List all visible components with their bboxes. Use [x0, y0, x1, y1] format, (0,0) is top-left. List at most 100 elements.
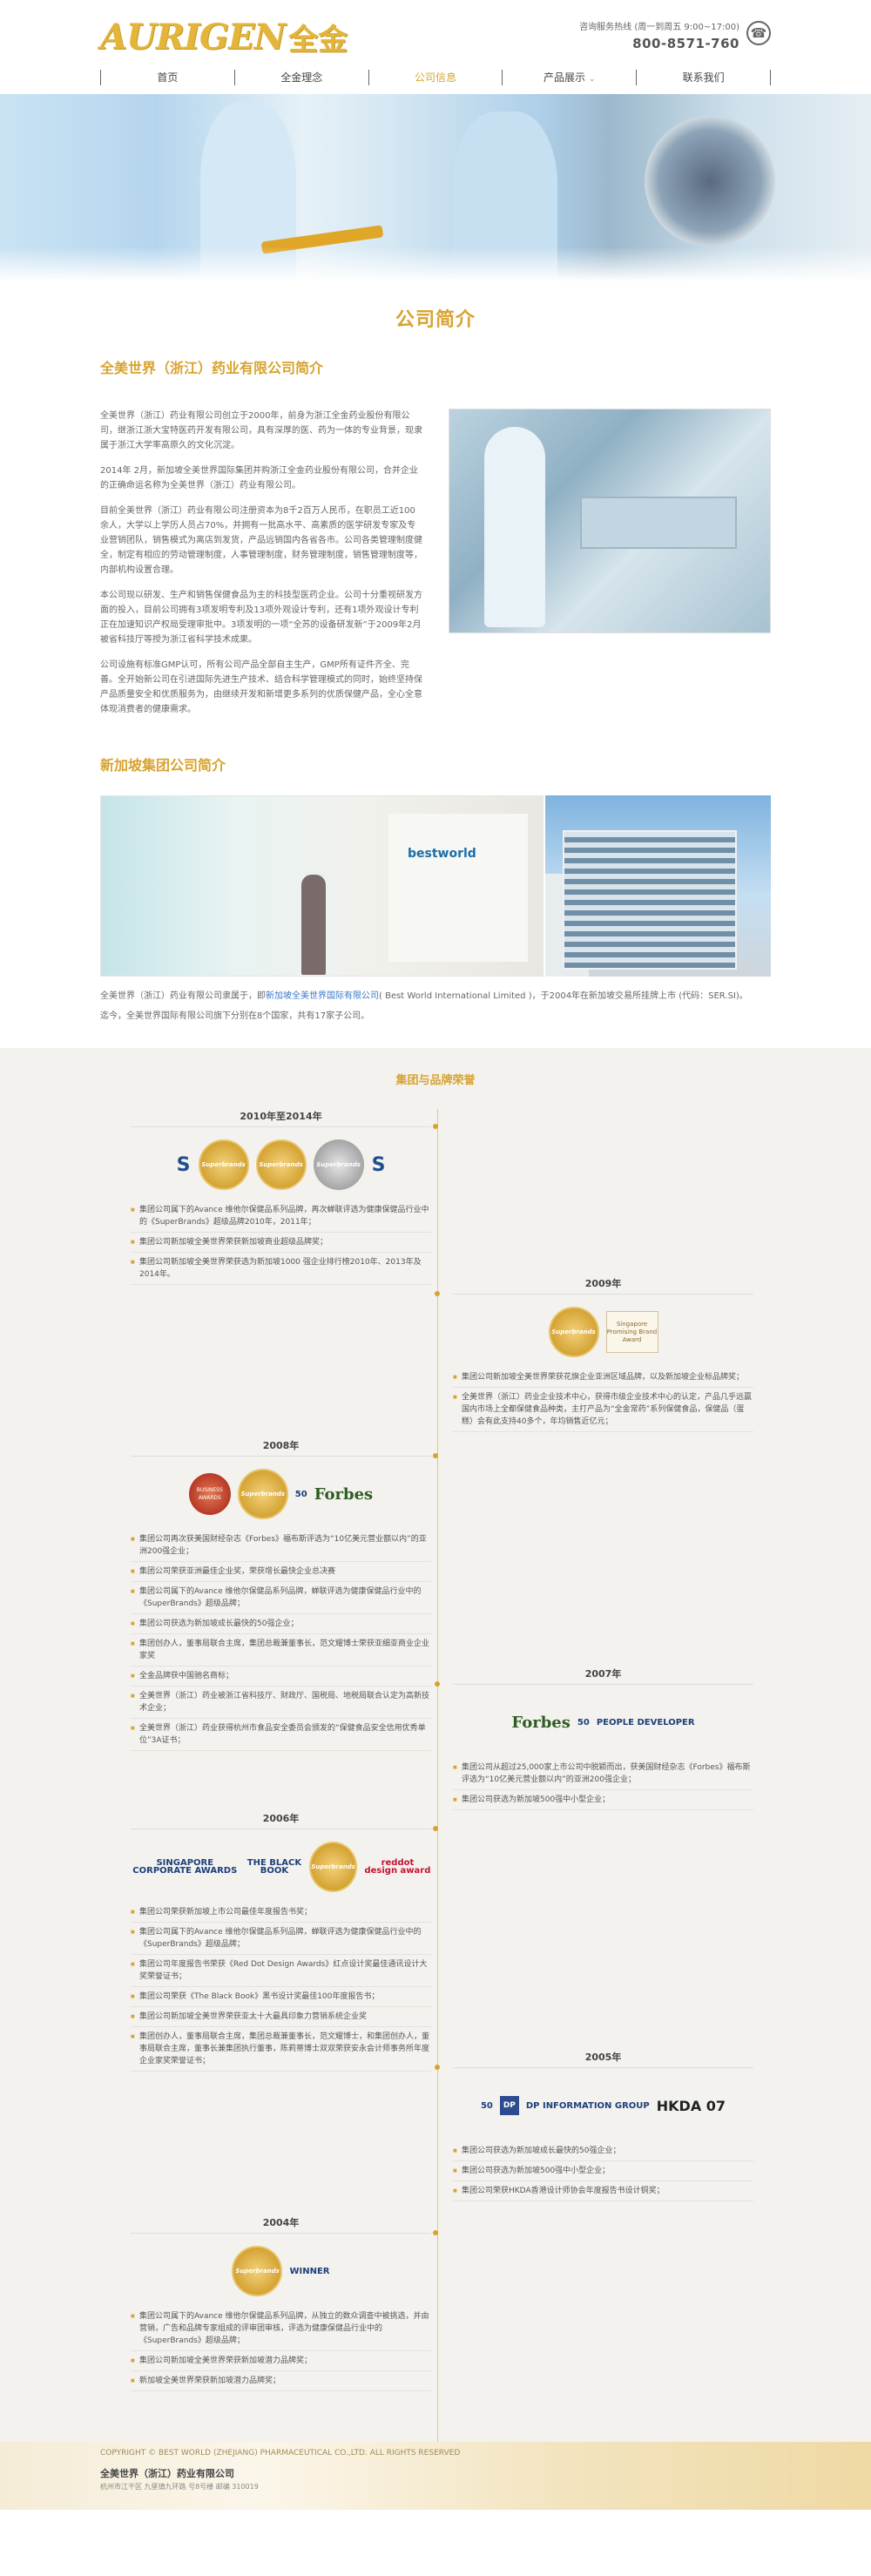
honor-item: 集团公司获选为新加坡成长最快的50强企业；: [131, 1614, 431, 1634]
timeline-block-2010-2014: 2010年至2014年 S Superbrands Superbrands Su…: [131, 1109, 438, 1285]
honors-timeline: 集团与品牌荣誉 2010年至2014年 S Superbrands Superb…: [0, 1048, 871, 2442]
honor-item: 集团公司属下的Avance 维他尔保健品系列品牌，再次蝉联评选为健康保健品行业中…: [131, 1200, 431, 1233]
promising-brand-winner-badge: WINNER: [289, 2266, 330, 2276]
group-text-after: ( Best World International Limited )，于20…: [379, 991, 748, 1001]
honor-item: 集团公司荣获新加坡上市公司最佳年度报告书奖；: [131, 1903, 431, 1923]
chevron-down-icon: ⌄: [589, 75, 596, 84]
photo-machine: [579, 497, 737, 549]
fifty-fastest-badge: 50: [294, 1489, 307, 1499]
honor-item: 集团公司新加坡全美世界荣获花旗企业亚洲区域品牌，以及新加坡企业标品牌奖；: [453, 1368, 753, 1388]
honor-item: 集团公司荣获HKDA香港设计师协会年度报告书设计铜奖；: [453, 2181, 753, 2201]
award-badges: S Superbrands Superbrands Superbrands S: [131, 1136, 431, 1193]
intro-subtitle: 全美世界（浙江）药业有限公司简介: [100, 360, 324, 376]
nav-label: 产品展示: [544, 71, 586, 84]
timeline-year: 2006年: [262, 1813, 300, 1824]
honor-item: 全美世界（浙江）药业获得杭州市食品安全委员会颁发的“保健食品安全信用优秀单位”3…: [131, 1719, 431, 1751]
site-logo[interactable]: AURIGEN 全金: [100, 16, 348, 58]
group-paragraph-2: 迄今，全美世界国际有限公司旗下分别在8个国家，共有17家子公司。: [100, 1011, 370, 1021]
honor-item: 集团公司获选为新加坡500强中小型企业；: [453, 2161, 753, 2181]
timeline-year: 2010年至2014年: [240, 1111, 322, 1122]
honor-item: 集团公司年度报告书荣获《Red Dot Design Awards》红点设计奖最…: [131, 1955, 431, 1987]
honor-item: 集团公司属下的Avance 维他尔保健品系列品牌，从独立的数众调查中被挑选，并由…: [131, 2307, 431, 2351]
year-divider: [131, 2230, 438, 2235]
superbrands-badge: Superbrands: [232, 2246, 283, 2296]
award-badges: 50 DP DP INFORMATION GROUP HKDA 07: [453, 2077, 753, 2134]
timeline-year: 2005年: [584, 2052, 622, 2063]
timeline-block-2009: 2009年 Superbrands Singapore Promising Br…: [435, 1276, 753, 1432]
honor-list: 集团公司属下的Avance 维他尔保健品系列品牌，再次蝉联评选为健康保健品行业中…: [131, 1200, 431, 1285]
site-header: AURIGEN 全金 咨询服务热线 (周一到周五 9:00~17:00) 800…: [0, 0, 871, 94]
intro-paragraph: 本公司现以研发、生产和销售保健食品为主的科技型医药企业。公司十分重视研发方面的投…: [100, 591, 422, 645]
reddot-badge: reddot design award: [364, 1858, 431, 1876]
honor-item: 全美世界（浙江）药业被浙江省科技厅、财政厅、国税局、地税局联合认定为高新技术企业…: [131, 1687, 431, 1719]
group-photos: bestworld: [100, 795, 771, 977]
honor-item: 集团公司获选为新加坡500强中小型企业；: [453, 1790, 753, 1810]
award-badges: Superbrands Singapore Promising Brand Aw…: [453, 1303, 753, 1361]
nav-label: 联系我们: [682, 71, 725, 84]
main-nav: 首页 全金理念 公司信息 产品展示 ⌄ 联系我们: [100, 70, 771, 85]
timeline-title: 集团与品牌荣誉: [395, 1074, 476, 1087]
timeline-year: 2008年: [262, 1440, 300, 1451]
footer-address: 杭州市江干区 九堡镇九环路 号8号楼 邮编 310019: [100, 2483, 259, 2491]
intro-paragraph: 公司设施有标准GMP认可，所有公司产品全部自主生产，GMP所有证件齐全、完善。全…: [100, 660, 422, 714]
timeline-block-2004: 2004年 Superbrands WINNER 集团公司属下的Avance 维…: [131, 2215, 438, 2391]
honor-item: 集团公司获选为新加坡成长最快的50强企业；: [453, 2141, 753, 2161]
photo-worker: [483, 427, 545, 627]
nav-item-philosophy[interactable]: 全金理念: [233, 70, 368, 85]
nav-label: 首页: [157, 71, 179, 84]
building-photo: [544, 795, 771, 977]
group-text: 全美世界（浙江）药业有限公司隶属于，即新加坡全美世界国际有限公司( Best W…: [100, 989, 771, 1024]
nav-label: 全金理念: [280, 71, 323, 84]
nav-item-home[interactable]: 首页: [100, 70, 234, 85]
award-badges: Superbrands WINNER: [131, 2242, 431, 2300]
honor-item: 集团公司荣获亚洲最佳企业奖，荣获增长最快企业总决赛: [131, 1562, 431, 1582]
intro-text: 全美世界（浙江）药业有限公司创立于2000年，前身为浙江全金药业股份有限公司，继…: [100, 409, 422, 727]
timeline-block-2006: 2006年 SINGAPORE CORPORATE AWARDS THE BLA…: [131, 1811, 438, 2072]
footer-copyright: COPYRIGHT © BEST WORLD (ZHEJIANG) PHARMA…: [100, 2449, 461, 2458]
hkda-badge: HKDA 07: [656, 2097, 726, 2114]
superbrands-badge: Superbrands: [309, 1842, 357, 1892]
year-divider: [131, 1453, 438, 1458]
superbrands-badge: Superbrands: [237, 1469, 288, 1519]
intro-paragraph: 目前全美世界（浙江）药业有限公司注册资本为8千2百万人民币，在职员工近100余人…: [100, 506, 422, 575]
logo-cn-text: 全金: [288, 23, 348, 57]
honor-item: 集团公司属下的Avance 维他尔保健品系列品牌，蝉联评选为健康保健品行业中的《…: [131, 1582, 431, 1614]
honor-item: 集团创办人，董事局联合主席，集团总裁兼董事长，范文耀博士，和集团创办人，董事局联…: [131, 2027, 431, 2072]
forbes-badge: Forbes: [511, 1713, 571, 1732]
business-awards-badge: BUSINESS AWARDS: [188, 1473, 231, 1515]
photo-wall: [388, 814, 528, 962]
nav-item-products[interactable]: 产品展示 ⌄: [502, 70, 636, 85]
banner-machine: [645, 116, 775, 247]
honor-item: 集团公司新加坡全美世界荣获新加坡潜力品牌奖；: [131, 2351, 431, 2371]
bestworld-link[interactable]: 新加坡全美世界国际有限公司: [266, 991, 379, 1001]
superbrands-silver-badge: Superbrands: [313, 1139, 364, 1190]
honor-list: 集团公司获选为新加坡成长最快的50强企业； 集团公司获选为新加坡500强中小型企…: [453, 2141, 753, 2201]
singapore-brand-icon: S: [371, 1153, 386, 1176]
honor-item: 集团公司荣获《The Black Book》黑书设计奖最佳100年度报告书；: [131, 1987, 431, 2007]
award-badges: BUSINESS AWARDS Superbrands 50 Forbes: [131, 1465, 431, 1523]
dp-logo-icon: DP: [499, 2096, 519, 2115]
nav-item-company-info[interactable]: 公司信息: [368, 70, 503, 85]
sg-corporate-awards-badge: SINGAPORE CORPORATE AWARDS: [132, 1858, 238, 1876]
site-footer: COPYRIGHT © BEST WORLD (ZHEJIANG) PHARMA…: [0, 2442, 871, 2510]
factory-photo: [448, 409, 771, 633]
hotline-label: 咨询服务热线 (周一到周五 9:00~17:00): [579, 23, 739, 32]
superbrands-badge: Superbrands: [548, 1307, 599, 1357]
logo-latin-text: AURIGEN: [100, 17, 286, 57]
group-subtitle: 新加坡集团公司简介: [100, 757, 226, 774]
nav-item-contact[interactable]: 联系我们: [636, 70, 771, 85]
honor-item: 全金品牌获中国驰名商标；: [131, 1667, 431, 1687]
honor-list: 集团公司新加坡全美世界荣获花旗企业亚洲区域品牌，以及新加坡企业标品牌奖； 全美世…: [453, 1368, 753, 1432]
group-paragraph: 全美世界（浙江）药业有限公司隶属于，即新加坡全美世界国际有限公司( Best W…: [100, 989, 771, 1004]
intro-paragraph: 2014年 2月，新加坡全美世界国际集团并购浙江全金药业股份有限公司，合并企业的…: [100, 466, 418, 490]
timeline-block-2005: 2005年 50 DP DP INFORMATION GROUP HKDA 07…: [435, 2050, 753, 2201]
timeline-year: 2007年: [584, 1668, 622, 1680]
honor-item: 集团公司新加坡全美世界荣获新加坡商业超级品牌奖；: [131, 1233, 431, 1253]
timeline-block-2008: 2008年 BUSINESS AWARDS Superbrands 50 For…: [131, 1438, 438, 1751]
year-divider: [435, 1291, 753, 1296]
hotline-number: 800-8571-760: [632, 36, 739, 51]
photo-building: [562, 830, 737, 970]
photo-person: [301, 875, 326, 975]
honor-item: 全美世界（浙江）药业企业技术中心，获得市级企业技术中心的认定，产品几乎远赢国内市…: [453, 1388, 753, 1432]
forbes-badge: Forbes: [314, 1484, 374, 1504]
